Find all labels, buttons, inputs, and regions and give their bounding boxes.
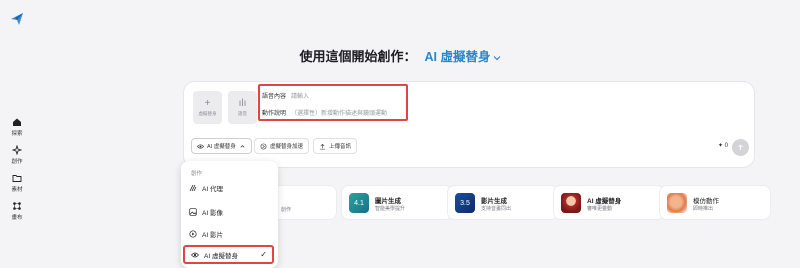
menu-item-ai-avatar[interactable]: AI 虛擬替身 ✓ xyxy=(183,245,274,264)
image-icon xyxy=(189,208,197,216)
home-icon xyxy=(13,118,21,126)
audio-slot[interactable]: ılı 語音 xyxy=(228,91,257,124)
plus-icon: + xyxy=(204,97,211,109)
avatar-thumb xyxy=(561,193,581,213)
slot-label: 語音 xyxy=(238,110,247,116)
tile-title: 圖片生成 xyxy=(375,198,401,205)
nav-item-canvas[interactable]: 畫布 xyxy=(0,201,34,221)
nav-label: 素材 xyxy=(11,187,23,193)
agent-icon xyxy=(189,184,197,192)
credit-counter: ✦ 0 xyxy=(717,143,728,149)
mode-dropdown-button[interactable]: AI 虛擬替身 xyxy=(191,138,252,154)
eye-icon xyxy=(197,143,204,149)
menu-item-ai-image[interactable]: AI 影像 xyxy=(189,205,271,219)
sparkle-icon xyxy=(12,145,22,155)
menu-item-label: AI 影像 xyxy=(202,210,223,217)
upload-icon xyxy=(319,143,326,149)
composer-card: + 虛擬替身 ılı 語音 語音內容 請輸入 動作說明 （選擇性）新增動作描述與鏡頭… xyxy=(183,81,755,168)
image-model-thumb: 4.1 xyxy=(349,193,369,213)
upload-audio-button[interactable]: 上傳音訊 xyxy=(313,138,358,154)
submit-button[interactable] xyxy=(732,139,749,156)
waveform-icon: ılı xyxy=(238,97,247,109)
menu-item-label: AI 虛擬替身 xyxy=(204,252,238,260)
feature-tile-motion[interactable]: 模仿動作 即時推出 xyxy=(659,185,771,220)
left-rail: 探索 創作 素材 畫布 xyxy=(0,0,34,268)
menu-item-ai-video[interactable]: AI 影片 xyxy=(189,227,271,241)
upload-label: 上傳音訊 xyxy=(329,144,352,150)
avatar-upload-slot[interactable]: + 虛擬替身 xyxy=(193,91,222,124)
motion-thumb xyxy=(667,193,687,213)
speech-placeholder: 請輸入 xyxy=(291,94,310,100)
tile-title: 模仿動作 xyxy=(693,198,719,205)
folder-icon xyxy=(12,175,22,182)
eye-icon xyxy=(191,252,199,257)
nav-item-create[interactable]: 創作 xyxy=(0,145,34,165)
mode-label: AI 虛擬替身 xyxy=(207,144,236,150)
tile-subtitle: 審唯更靈動 xyxy=(587,206,613,212)
checkmark-icon: ✓ xyxy=(260,250,267,259)
slot-label: 虛擬替身 xyxy=(198,110,217,116)
menu-section-label: 創作 xyxy=(191,171,203,177)
arrow-up-icon xyxy=(738,144,743,151)
chevron-down-icon xyxy=(493,55,500,61)
menu-item-ai-agent[interactable]: AI 代理 xyxy=(189,181,271,195)
tile-title: 影片生成 xyxy=(481,198,507,205)
tile-subtitle: 智能美學提升 xyxy=(375,206,406,212)
menu-item-label: AI 代理 xyxy=(202,186,223,193)
nav-item-explore[interactable]: 探索 xyxy=(0,117,34,137)
feature-tile-image[interactable]: 4.1 圖片生成 智能美學提升 xyxy=(341,185,453,220)
action-description-field[interactable]: 動作說明 （選擇性）新增動作描述與鏡頭運動 xyxy=(262,108,387,117)
nav-label: 探索 xyxy=(11,131,23,137)
mode-dropdown-menu: 創作 AI 代理 AI 影像 AI 影片 AI 虛擬替身 ✓ xyxy=(181,161,278,268)
accelerate-label: 虛擬替身加速 xyxy=(270,144,304,150)
feature-tile-video[interactable]: 3.5 影片生成 支持音畫同出 xyxy=(447,185,559,220)
page-title: 使用這個開始創作： AI 虛擬替身 xyxy=(0,46,800,65)
action-label: 動作說明 xyxy=(262,111,287,117)
logo-icon[interactable] xyxy=(10,12,24,26)
action-placeholder: （選擇性）新增動作描述與鏡頭運動 xyxy=(291,111,388,117)
nav-label: 創作 xyxy=(11,159,23,165)
nav-label: 畫布 xyxy=(11,215,23,221)
mode-selector[interactable]: AI 虛擬替身 xyxy=(425,50,501,64)
title-prefix: 使用這個開始創作： xyxy=(299,49,417,64)
chevron-up-icon xyxy=(240,144,245,148)
menu-item-label: AI 影片 xyxy=(202,232,223,239)
tile-subtitle: 創作 xyxy=(281,207,292,213)
tile-subtitle: 即時推出 xyxy=(693,206,714,212)
canvas-icon xyxy=(13,202,21,210)
video-icon xyxy=(189,230,197,238)
tile-subtitle: 支持音畫同出 xyxy=(481,206,512,212)
speech-label: 語音內容 xyxy=(262,94,287,100)
mode-selector-label: AI 虛擬替身 xyxy=(424,50,491,64)
speech-content-field[interactable]: 語音內容 請輸入 xyxy=(262,91,309,100)
tile-title: AI 虛擬替身 xyxy=(587,198,622,205)
credit-value: 0 xyxy=(724,143,728,149)
feature-tile-avatar[interactable]: AI 虛擬替身 審唯更靈動 xyxy=(553,185,665,220)
boost-icon xyxy=(260,143,267,149)
video-model-thumb: 3.5 xyxy=(455,193,475,213)
accelerate-button[interactable]: 虛擬替身加速 xyxy=(254,138,310,154)
nav-item-assets[interactable]: 素材 xyxy=(0,173,34,193)
